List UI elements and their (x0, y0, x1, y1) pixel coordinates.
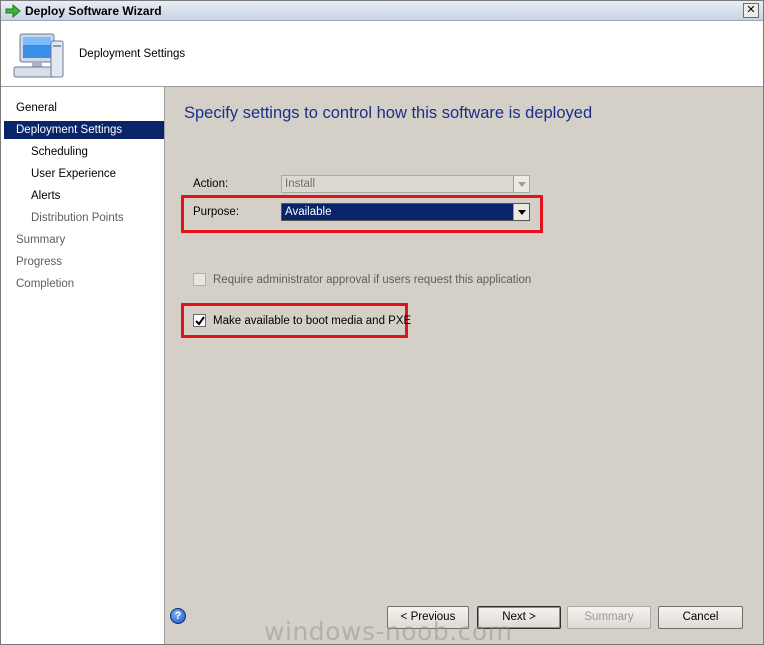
cancel-button[interactable]: Cancel (658, 606, 743, 629)
chevron-down-icon (513, 176, 529, 192)
sidebar-item-scheduling[interactable]: Scheduling (4, 143, 164, 161)
require-approval-checkbox[interactable] (193, 273, 206, 286)
checkmark-icon (195, 316, 205, 326)
wizard-header: Deployment Settings (1, 21, 763, 87)
purpose-dropdown[interactable]: Available (281, 203, 530, 221)
boot-media-label: Make available to boot media and PXE (213, 315, 412, 327)
action-label: Action: (193, 178, 229, 190)
purpose-value: Available (285, 206, 332, 218)
summary-button[interactable]: Summary (567, 606, 651, 629)
sidebar-item-user-experience[interactable]: User Experience (4, 165, 164, 183)
help-icon[interactable]: ? (170, 608, 186, 624)
header-title: Deployment Settings (79, 48, 186, 60)
deploy-software-wizard-window: Deploy Software Wizard ✕ Deployment Sett… (0, 0, 764, 646)
sidebar-item-general[interactable]: General (4, 99, 164, 117)
watermark: windows-noob.com (264, 617, 513, 646)
sidebar-item-alerts[interactable]: Alerts (4, 187, 164, 205)
chevron-down-icon (513, 204, 529, 220)
close-button[interactable]: ✕ (743, 3, 759, 18)
action-value: Install (285, 178, 316, 190)
require-approval-label: Require administrator approval if users … (213, 274, 532, 286)
purpose-label: Purpose: (193, 206, 240, 218)
page-heading: Specify settings to control how this sof… (184, 104, 593, 122)
sidebar-item-deployment-settings[interactable]: Deployment Settings (4, 121, 164, 139)
wizard-content: Specify settings to control how this sof… (166, 87, 763, 644)
wizard-sidebar: General Deployment Settings Scheduling U… (1, 87, 165, 644)
sidebar-item-progress[interactable]: Progress (4, 253, 164, 271)
green-arrow-icon (5, 4, 21, 18)
boot-media-checkbox[interactable] (193, 314, 206, 327)
computer-icon (13, 33, 64, 78)
sidebar-item-completion[interactable]: Completion (4, 275, 164, 293)
sidebar-item-distribution-points[interactable]: Distribution Points (4, 209, 164, 227)
action-dropdown[interactable]: Install (281, 175, 530, 193)
title-bar[interactable]: Deploy Software Wizard ✕ (1, 1, 763, 21)
window-title: Deploy Software Wizard (25, 4, 162, 18)
sidebar-item-summary[interactable]: Summary (4, 231, 164, 249)
